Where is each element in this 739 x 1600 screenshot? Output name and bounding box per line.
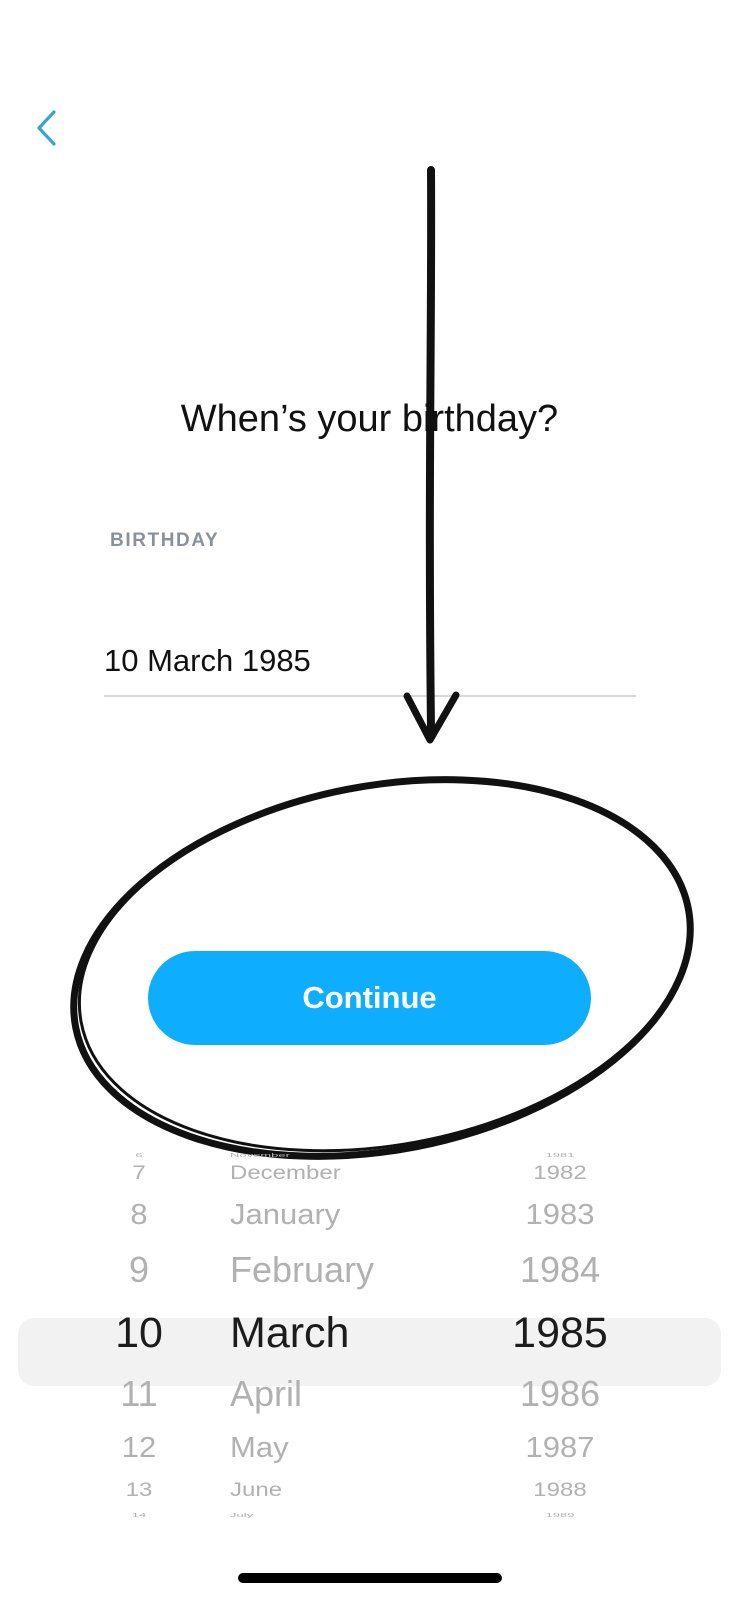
continue-button[interactable]: Continue <box>148 951 591 1045</box>
field-underline <box>104 695 636 697</box>
picker-month-option[interactable]: January <box>230 1200 490 1229</box>
birthday-field-label: BIRTHDAY <box>110 530 220 551</box>
picker-year-option[interactable]: 1981 <box>500 1152 620 1158</box>
picker-month-option[interactable]: April <box>230 1376 490 1412</box>
picker-month-option[interactable]: December <box>230 1164 490 1183</box>
picker-day-option[interactable]: 14 <box>80 1512 198 1518</box>
picker-month-option[interactable]: February <box>230 1252 490 1288</box>
picker-year-option[interactable]: 1984 <box>500 1252 620 1288</box>
picker-month-option[interactable]: November <box>230 1152 490 1158</box>
picker-year-option[interactable]: 1988 <box>500 1481 620 1500</box>
picker-day-option[interactable]: 9 <box>80 1252 198 1288</box>
picker-day-option[interactable]: 12 <box>80 1433 198 1462</box>
birthday-field[interactable]: 10 March 1985 <box>104 643 311 679</box>
picker-year-option[interactable]: 1989 <box>500 1512 620 1518</box>
picker-month-option[interactable]: March <box>230 1312 490 1355</box>
picker-month-option[interactable]: June <box>230 1481 490 1500</box>
home-indicator <box>238 1573 502 1583</box>
picker-year-option[interactable]: 1983 <box>500 1200 620 1229</box>
annotation-arrow <box>403 166 460 744</box>
date-picker[interactable]: 6 7 8 9 10 11 12 13 14 November December January Fe… <box>0 1150 739 1545</box>
page-title: When’s your birthday? <box>180 398 559 440</box>
picker-year-option[interactable]: 1982 <box>500 1164 620 1183</box>
screen: When’s your birthday? BIRTHDAY 10 March … <box>0 0 739 1600</box>
picker-month-option[interactable]: July <box>230 1512 490 1518</box>
picker-month-option[interactable]: May <box>230 1433 490 1462</box>
picker-day-option[interactable]: 8 <box>80 1200 198 1229</box>
picker-year-option[interactable]: 1985 <box>500 1312 620 1355</box>
back-button[interactable] <box>24 100 68 156</box>
picker-day-option[interactable]: 13 <box>80 1481 198 1500</box>
picker-year-option[interactable]: 1987 <box>500 1433 620 1462</box>
picker-day-option[interactable]: 10 <box>80 1312 198 1355</box>
picker-year-option[interactable]: 1986 <box>500 1376 620 1412</box>
picker-day-option[interactable]: 7 <box>80 1164 198 1183</box>
picker-day-option[interactable]: 6 <box>80 1152 198 1158</box>
picker-day-option[interactable]: 11 <box>80 1376 198 1412</box>
chevron-left-icon <box>37 110 56 146</box>
